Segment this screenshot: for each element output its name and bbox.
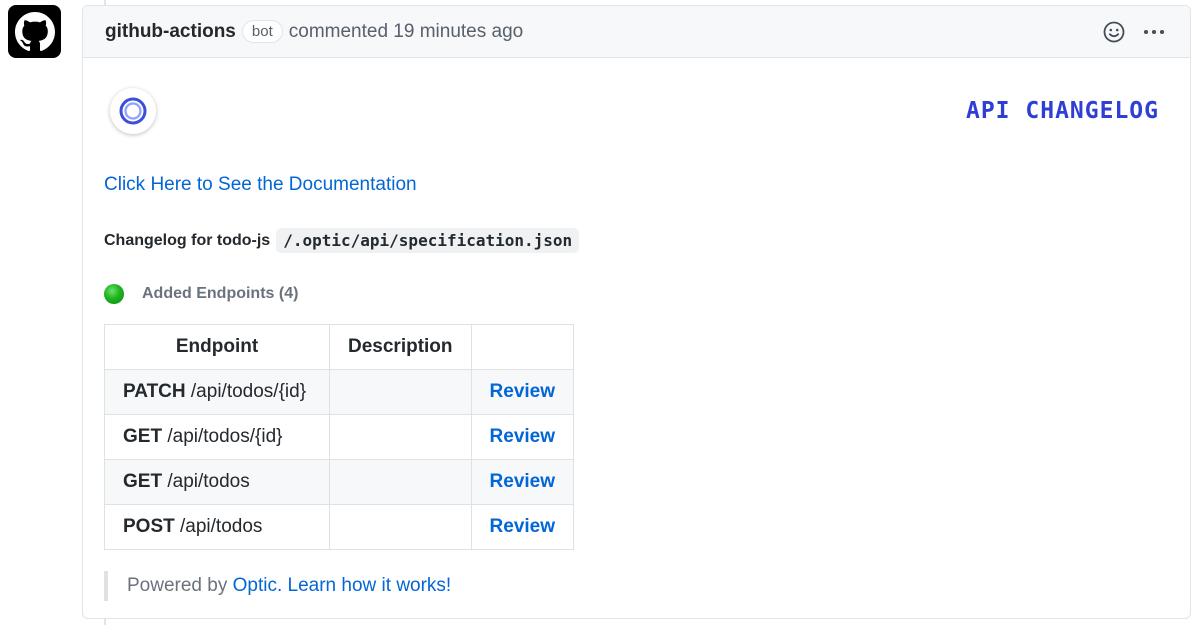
bot-badge: bot	[241, 20, 283, 43]
table-row: GET /api/todos Review	[104, 459, 575, 505]
comment-card: github-actions bot commented 19 minutes …	[82, 5, 1191, 619]
spec-path: /.optic/api/specification.json	[276, 228, 580, 253]
smiley-icon[interactable]	[1102, 20, 1126, 49]
review-cell: Review	[470, 459, 575, 505]
header-endpoint: Endpoint	[104, 324, 330, 370]
powered-by-quote: Powered by Optic. Learn how it works!	[104, 571, 451, 601]
endpoint-path: /api/todos	[180, 516, 263, 537]
endpoint-method: GET	[123, 426, 163, 447]
author-name[interactable]: github-actions	[105, 21, 236, 43]
endpoint-method: POST	[123, 516, 175, 537]
endpoints-table: Endpoint Description PATCH /api/todos/{i…	[104, 324, 575, 550]
optic-logo-icon	[110, 88, 156, 134]
table-header-row: Endpoint Description	[104, 324, 575, 370]
review-cell: Review	[470, 414, 575, 460]
description-cell	[329, 369, 472, 415]
added-endpoints-heading: Added Endpoints (4)	[104, 284, 298, 304]
table-row: PATCH /api/todos/{id} Review	[104, 369, 575, 415]
endpoint-path: /api/todos/{id}	[167, 426, 283, 447]
comment-body: API CHANGELOG Click Here to See the Docu…	[83, 58, 1190, 618]
header-actions	[1102, 20, 1166, 49]
powered-by-text: Powered by	[127, 575, 228, 596]
avatar[interactable]	[8, 5, 61, 58]
header-description: Description	[329, 324, 472, 370]
review-link[interactable]: Review	[490, 516, 555, 537]
description-cell	[329, 504, 472, 550]
review-link[interactable]: Review	[490, 381, 555, 402]
green-status-dot-icon	[104, 284, 124, 304]
optic-link[interactable]: Optic.	[233, 575, 283, 597]
added-endpoints-label: Added Endpoints (4)	[142, 285, 299, 302]
endpoint-method: PATCH	[123, 381, 186, 402]
comment-header: github-actions bot commented 19 minutes …	[83, 6, 1190, 58]
review-cell: Review	[470, 369, 575, 415]
learn-how-link[interactable]: Learn how it works!	[288, 575, 452, 597]
endpoint-cell: GET /api/todos	[104, 459, 330, 505]
github-octocat-icon	[14, 11, 55, 51]
endpoint-cell: PATCH /api/todos/{id}	[104, 369, 330, 415]
endpoint-method: GET	[123, 471, 163, 492]
table-row: POST /api/todos Review	[104, 504, 575, 550]
changelog-prefix: Changelog for todo-js	[104, 231, 271, 249]
description-cell	[329, 459, 472, 505]
description-cell	[329, 414, 472, 460]
table-row: GET /api/todos/{id} Review	[104, 414, 575, 460]
endpoint-cell: GET /api/todos/{id}	[104, 414, 330, 460]
review-link[interactable]: Review	[490, 471, 555, 492]
header-action	[470, 324, 575, 370]
endpoint-path: /api/todos	[167, 471, 250, 492]
changelog-title: API CHANGELOG	[965, 98, 1159, 124]
endpoint-path: /api/todos/{id}	[190, 381, 307, 402]
documentation-link[interactable]: Click Here to See the Documentation	[104, 174, 417, 196]
kebab-horizontal-icon[interactable]	[1142, 20, 1166, 49]
review-cell: Review	[470, 504, 575, 550]
endpoint-cell: POST /api/todos	[104, 504, 330, 550]
comment-timestamp[interactable]: commented 19 minutes ago	[289, 21, 523, 43]
review-link[interactable]: Review	[490, 426, 555, 447]
changelog-line: Changelog for todo-js /.optic/api/specif…	[104, 228, 580, 253]
